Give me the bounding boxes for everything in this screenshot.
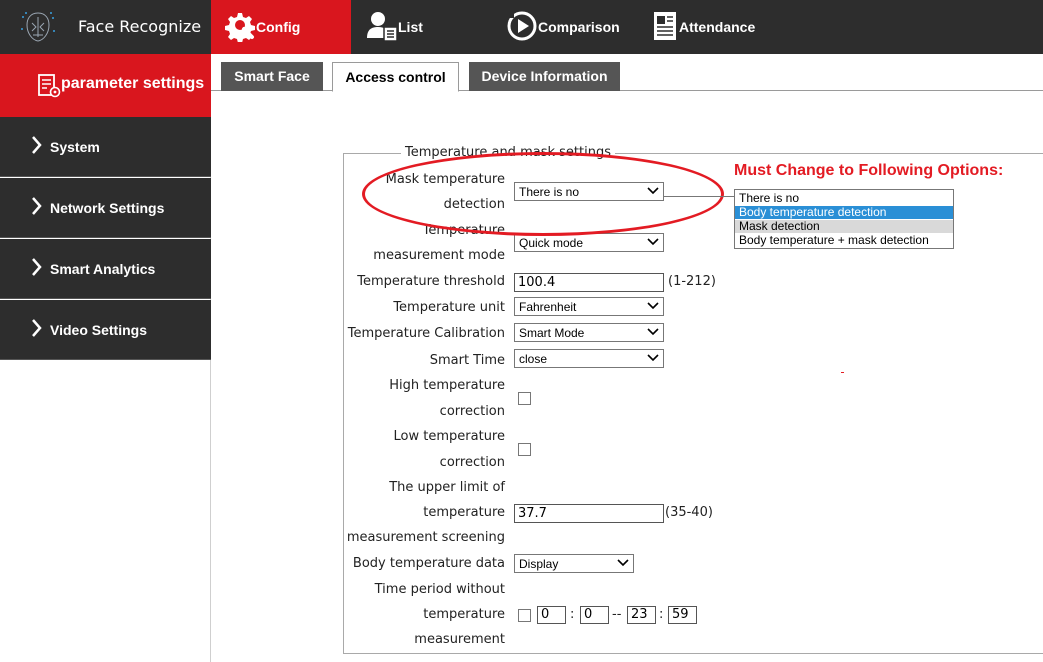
sidebar-item-network-settings[interactable]: Network Settings bbox=[0, 178, 211, 238]
high-correction-label-line1: High temperature bbox=[389, 378, 505, 393]
threshold-range: (1-212) bbox=[668, 274, 716, 289]
user-list-icon bbox=[367, 12, 398, 42]
select-value: Display bbox=[519, 557, 559, 571]
select-value: close bbox=[519, 352, 548, 366]
annotation-connector bbox=[664, 196, 734, 197]
body-temp-data-select[interactable]: Display bbox=[514, 554, 634, 573]
range-dash: -- bbox=[612, 607, 622, 622]
end-hour-input[interactable]: 23 bbox=[627, 606, 656, 624]
tab-smart-face[interactable]: Smart Face bbox=[221, 62, 323, 91]
upper-limit-label-line1: The upper limit of bbox=[389, 480, 505, 495]
sidebar-item-video-settings[interactable]: Video Settings bbox=[0, 300, 211, 360]
annotation-title: Must Change to Following Options: bbox=[734, 162, 1004, 179]
time-period-label-line1: Time period without bbox=[374, 582, 505, 597]
nav-comparison[interactable]: Comparison bbox=[506, 0, 636, 54]
brand: Face Recognize bbox=[0, 0, 211, 54]
nav-config[interactable]: Config bbox=[211, 0, 351, 54]
upper-limit-label-line2: temperature bbox=[423, 505, 505, 520]
body-temp-data-label: Body temperature data bbox=[352, 556, 505, 571]
time-separator: : bbox=[570, 607, 575, 622]
chevron-right-icon bbox=[32, 319, 42, 337]
calibration-label: Temperature Calibration bbox=[347, 326, 505, 341]
tab-device-information[interactable]: Device Information bbox=[469, 62, 620, 91]
smart-time-select[interactable]: close bbox=[514, 349, 664, 368]
start-minute-input[interactable]: 0 bbox=[580, 606, 609, 624]
sidebar-item-label: System bbox=[50, 139, 100, 155]
annotation-option-highlighted: Body temperature detection bbox=[735, 206, 953, 219]
sidebar-header[interactable]: parameter settings bbox=[0, 54, 211, 117]
nav-comparison-label: Comparison bbox=[538, 19, 620, 35]
select-value: Smart Mode bbox=[519, 326, 585, 340]
time-period-label-line2: temperature bbox=[423, 607, 505, 622]
annotation-option: Body temperature + mask detection bbox=[739, 233, 929, 247]
nav-attendance[interactable]: Attendance bbox=[650, 0, 780, 54]
sidebar-item-label: Smart Analytics bbox=[50, 261, 156, 277]
low-correction-checkbox[interactable] bbox=[518, 443, 531, 456]
chevron-down-icon bbox=[647, 328, 659, 336]
low-correction-label-line2: correction bbox=[439, 455, 505, 470]
clipboard-icon bbox=[654, 12, 676, 40]
annotation-option: There is no bbox=[739, 191, 800, 205]
high-correction-checkbox[interactable] bbox=[518, 392, 531, 405]
time-period-checkbox[interactable] bbox=[518, 609, 531, 622]
sidebar-item-label: Video Settings bbox=[50, 322, 147, 338]
chevron-down-icon bbox=[647, 354, 659, 362]
start-hour-input[interactable]: 0 bbox=[537, 606, 566, 624]
nav-config-label: Config bbox=[256, 19, 301, 35]
gear-search-icon bbox=[225, 13, 255, 42]
chevron-right-icon bbox=[32, 136, 42, 154]
upper-limit-input[interactable]: 37.7 bbox=[514, 504, 664, 523]
end-minute-input[interactable]: 59 bbox=[668, 606, 697, 624]
annotation-ellipse bbox=[362, 152, 724, 236]
face-scan-icon bbox=[21, 12, 55, 42]
annotation-option: Mask detection bbox=[735, 220, 953, 233]
time-period-label-line3: measurement bbox=[414, 632, 505, 647]
chevron-down-icon bbox=[617, 559, 629, 567]
calibration-select[interactable]: Smart Mode bbox=[514, 323, 664, 342]
compare-play-icon bbox=[507, 11, 537, 41]
tab-access-control[interactable]: Access control bbox=[332, 62, 459, 92]
low-correction-label-line1: Low temperature bbox=[393, 429, 505, 444]
upper-limit-range: (35-40) bbox=[665, 505, 713, 520]
measurement-mode-label-line2: measurement mode bbox=[373, 248, 505, 263]
sidebar-header-label: parameter settings bbox=[61, 75, 205, 92]
high-correction-label-line2: correction bbox=[439, 404, 505, 419]
unit-label: Temperature unit bbox=[393, 300, 505, 315]
app-title: Face Recognize bbox=[78, 17, 202, 36]
select-value: Quick mode bbox=[519, 236, 584, 250]
threshold-input[interactable]: 100.4 bbox=[514, 273, 664, 292]
annotation-options-list: There is no Body temperature detection M… bbox=[734, 189, 954, 249]
nav-list-label: List bbox=[398, 19, 423, 35]
time-separator: : bbox=[659, 607, 664, 622]
settings-doc-icon bbox=[38, 74, 61, 98]
nav-list[interactable]: List bbox=[362, 0, 482, 54]
sidebar: parameter settings System Network Settin… bbox=[0, 54, 211, 662]
threshold-label: Temperature threshold bbox=[357, 274, 505, 289]
chevron-down-icon bbox=[647, 302, 659, 310]
chevron-right-icon bbox=[32, 197, 42, 215]
upper-limit-label-line3: measurement screening bbox=[346, 530, 505, 545]
chevron-right-icon bbox=[32, 258, 42, 276]
nav-attendance-label: Attendance bbox=[679, 19, 756, 35]
unit-select[interactable]: Fahrenheit bbox=[514, 297, 664, 316]
sidebar-item-label: Network Settings bbox=[50, 200, 165, 216]
chevron-down-icon bbox=[647, 238, 659, 246]
annotation-mark bbox=[841, 372, 844, 373]
smart-time-label: Smart Time bbox=[429, 353, 505, 368]
sidebar-item-system[interactable]: System bbox=[0, 117, 211, 177]
top-navigation-bar: Face Recognize Config List Comparison At… bbox=[0, 0, 1043, 54]
sidebar-item-smart-analytics[interactable]: Smart Analytics bbox=[0, 239, 211, 299]
select-value: Fahrenheit bbox=[519, 300, 577, 314]
